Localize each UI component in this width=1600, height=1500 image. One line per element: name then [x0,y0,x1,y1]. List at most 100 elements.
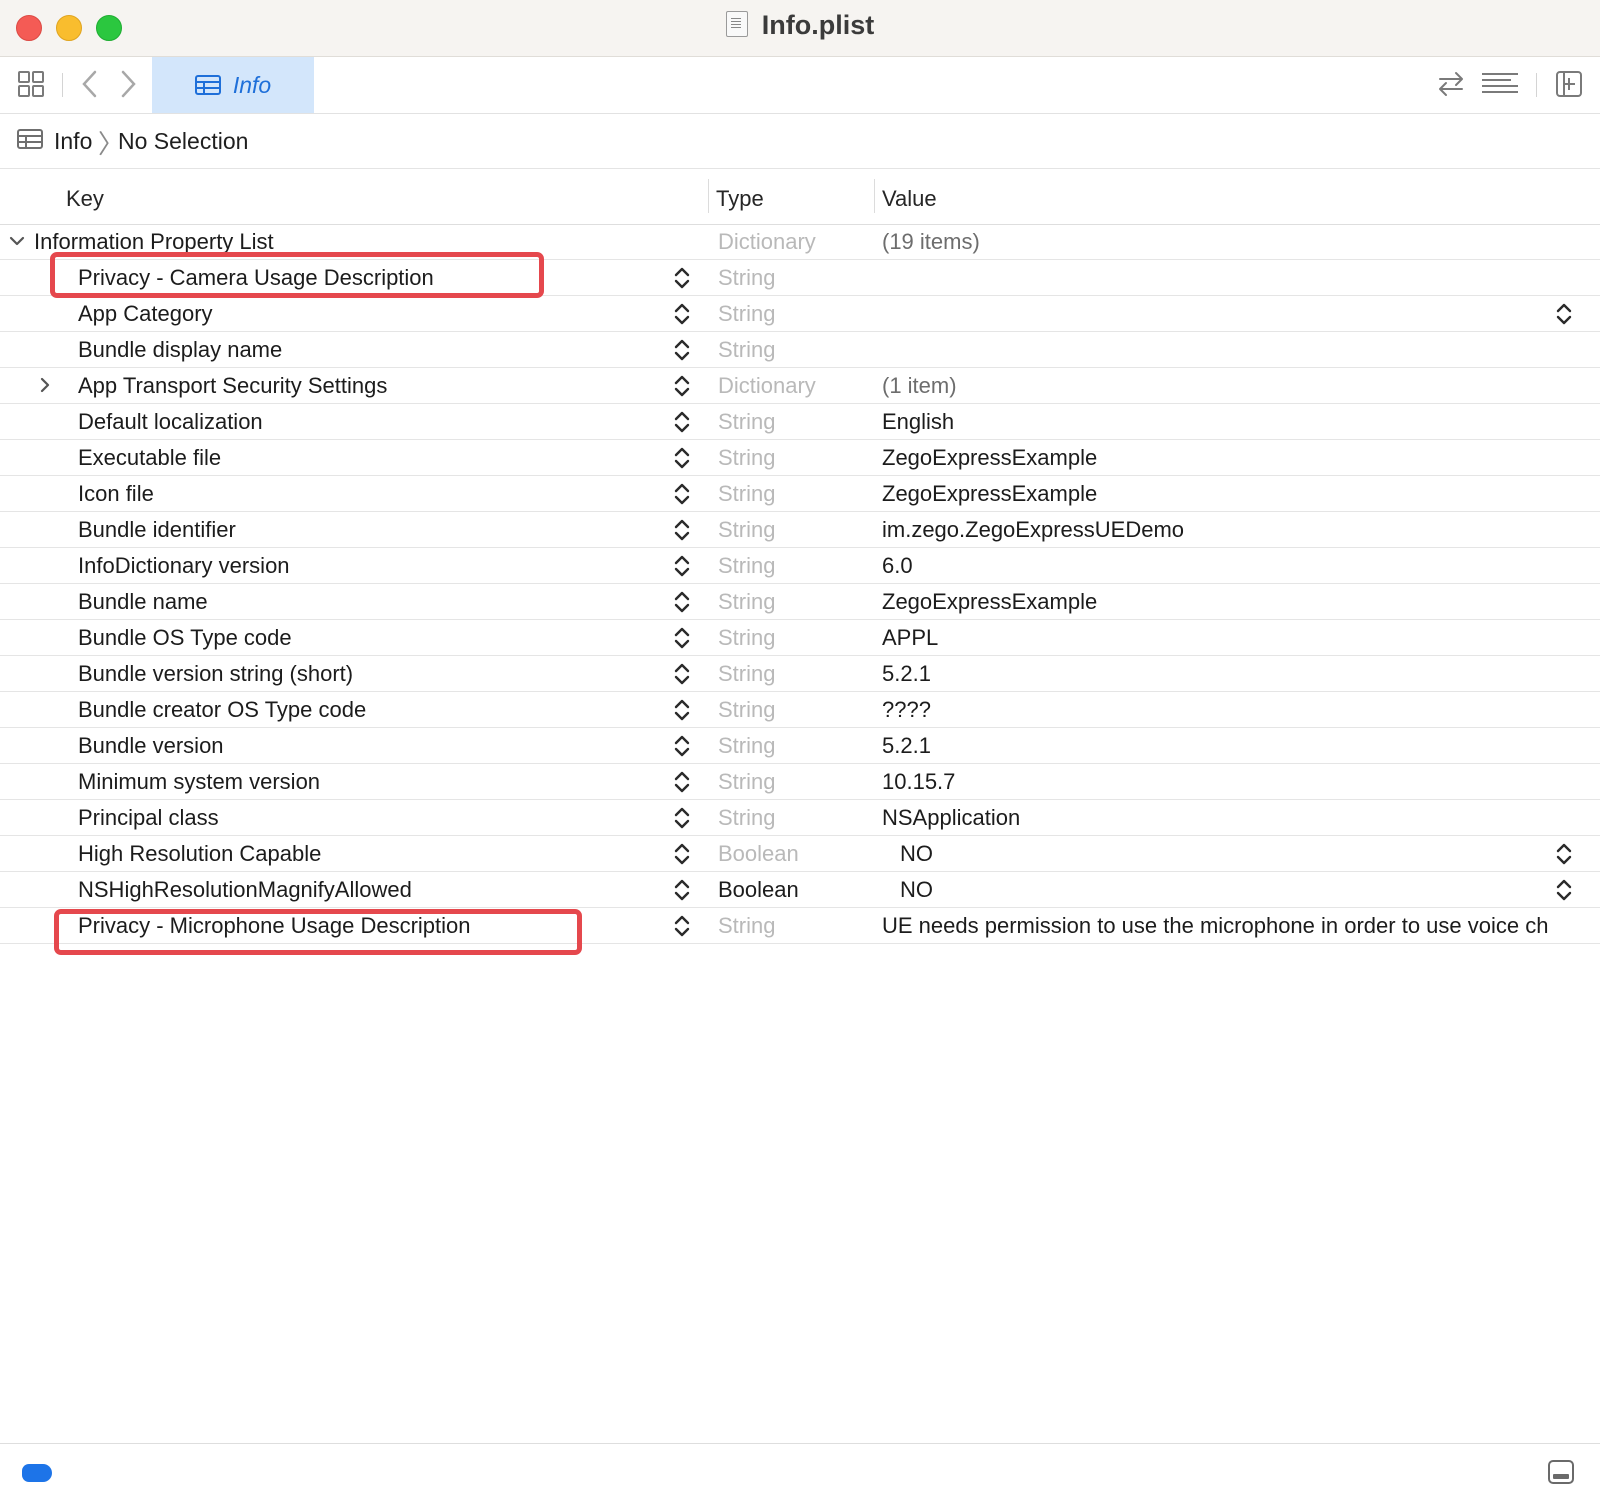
chevron-right-icon[interactable] [36,376,54,394]
row-type[interactable]: String [718,733,775,759]
row-key[interactable]: App Transport Security Settings [78,373,387,399]
row-value[interactable]: 5.2.1 [882,661,1588,687]
table-row[interactable]: Default localization String English [0,404,1600,440]
table-row[interactable]: Icon file String ZegoExpressExample [0,476,1600,512]
row-type[interactable]: Dictionary [718,373,816,399]
row-type[interactable]: String [718,481,775,507]
row-key[interactable]: NSHighResolutionMagnifyAllowed [78,877,412,903]
row-type[interactable]: String [718,625,775,651]
row-key[interactable]: Bundle display name [78,337,282,363]
row-key[interactable]: Executable file [78,445,221,471]
table-row[interactable]: App Category String [0,296,1600,332]
table-row[interactable]: Privacy - Camera Usage Description String [0,260,1600,296]
row-value[interactable]: ???? [882,697,1588,723]
key-picker-stepper-icon[interactable] [672,663,692,685]
row-key[interactable]: Privacy - Microphone Usage Description [78,913,471,939]
row-value[interactable]: NO [900,841,1600,867]
row-key[interactable]: Bundle version string (short) [78,661,353,687]
table-row[interactable]: App Transport Security Settings Dictionar… [0,368,1600,404]
value-picker-stepper-icon[interactable] [1554,303,1574,325]
row-type[interactable]: String [718,805,775,831]
row-type[interactable]: String [718,913,775,939]
row-value[interactable]: ZegoExpressExample [882,481,1588,507]
table-row[interactable]: Information Property List Dictionary (19 i… [0,224,1600,260]
tab-info[interactable]: Info [152,57,314,113]
column-divider[interactable] [874,179,875,213]
table-row[interactable]: Bundle identifier String im.zego.ZegoExpre… [0,512,1600,548]
table-row[interactable]: Bundle name String ZegoExpressExample [0,584,1600,620]
table-row[interactable]: Bundle creator OS Type code String???? [0,692,1600,728]
value-picker-stepper-icon[interactable] [1554,843,1574,865]
row-key[interactable]: App Category [78,301,213,327]
row-key[interactable]: Minimum system version [78,769,320,795]
key-picker-stepper-icon[interactable] [672,807,692,829]
row-type[interactable]: String [718,661,775,687]
column-type-header[interactable]: Type [716,186,764,212]
table-row[interactable]: High Resolution Capable Boolean NO [0,836,1600,872]
swap-arrows-icon[interactable] [1434,67,1468,101]
row-type[interactable]: String [718,697,775,723]
row-type[interactable]: Dictionary [718,229,816,255]
key-picker-stepper-icon[interactable] [672,771,692,793]
row-value[interactable]: NSApplication [882,805,1588,831]
column-value-header[interactable]: Value [882,186,937,212]
row-value[interactable]: 5.2.1 [882,733,1588,759]
key-picker-stepper-icon[interactable] [672,483,692,505]
key-picker-stepper-icon[interactable] [672,699,692,721]
table-row[interactable]: Principal class String NSApplication [0,800,1600,836]
key-picker-stepper-icon[interactable] [672,267,692,289]
value-picker-stepper-icon[interactable] [1554,879,1574,901]
key-picker-stepper-icon[interactable] [672,375,692,397]
row-type[interactable]: String [718,265,775,291]
row-value[interactable]: ZegoExpressExample [882,445,1588,471]
breadcrumb-info[interactable]: Info [54,128,92,155]
row-type[interactable]: String [718,445,775,471]
row-key[interactable]: Default localization [78,409,263,435]
row-type[interactable]: String [718,589,775,615]
row-key[interactable]: Bundle version [78,733,224,759]
key-picker-stepper-icon[interactable] [672,555,692,577]
row-type[interactable]: String [718,517,775,543]
key-picker-stepper-icon[interactable] [672,519,692,541]
table-row[interactable]: NSHighResolutionMagnifyAllowed Boolean NO [0,872,1600,908]
row-key[interactable]: High Resolution Capable [78,841,321,867]
table-row[interactable]: Bundle version string (short) String 5.2.1 [0,656,1600,692]
row-key[interactable]: InfoDictionary version [78,553,290,579]
row-value[interactable]: (1 item) [882,373,1588,399]
key-picker-stepper-icon[interactable] [672,303,692,325]
row-value[interactable]: UE needs permission to use the microphon… [882,913,1588,939]
table-row[interactable]: Bundle OS Type code String APPL [0,620,1600,656]
row-type[interactable]: String [718,301,775,327]
table-row[interactable]: Bundle version String 5.2.1 [0,728,1600,764]
row-key[interactable]: Bundle name [78,589,208,615]
column-key-header[interactable]: Key [66,186,104,212]
table-row[interactable]: Privacy - Microphone Usage Description St… [0,908,1600,944]
row-key[interactable]: Principal class [78,805,219,831]
key-picker-stepper-icon[interactable] [672,627,692,649]
row-value[interactable]: 10.15.7 [882,769,1588,795]
key-picker-stepper-icon[interactable] [672,411,692,433]
filter-tag-icon[interactable] [22,1464,52,1482]
table-row[interactable]: InfoDictionary version String 6.0 [0,548,1600,584]
row-type[interactable]: Boolean [718,841,799,867]
row-type[interactable]: String [718,553,775,579]
chevron-down-icon[interactable] [8,232,26,250]
row-value[interactable]: APPL [882,625,1588,651]
row-value[interactable]: English [882,409,1588,435]
row-type[interactable]: String [718,769,775,795]
table-row[interactable]: Executable file String ZegoExpressExample [0,440,1600,476]
row-key[interactable]: Bundle identifier [78,517,236,543]
key-picker-stepper-icon[interactable] [672,879,692,901]
key-picker-stepper-icon[interactable] [672,339,692,361]
row-key[interactable]: Icon file [78,481,154,507]
row-type[interactable]: Boolean [718,877,799,903]
row-value[interactable]: ZegoExpressExample [882,589,1588,615]
row-key[interactable]: Privacy - Camera Usage Description [78,265,434,291]
go-forward-icon[interactable] [114,67,142,101]
row-type[interactable]: String [718,409,775,435]
toggle-panel-icon[interactable] [1548,1460,1574,1484]
row-key[interactable]: Bundle creator OS Type code [78,697,366,723]
row-key[interactable]: Bundle OS Type code [78,625,292,651]
key-picker-stepper-icon[interactable] [672,915,692,937]
key-picker-stepper-icon[interactable] [672,735,692,757]
